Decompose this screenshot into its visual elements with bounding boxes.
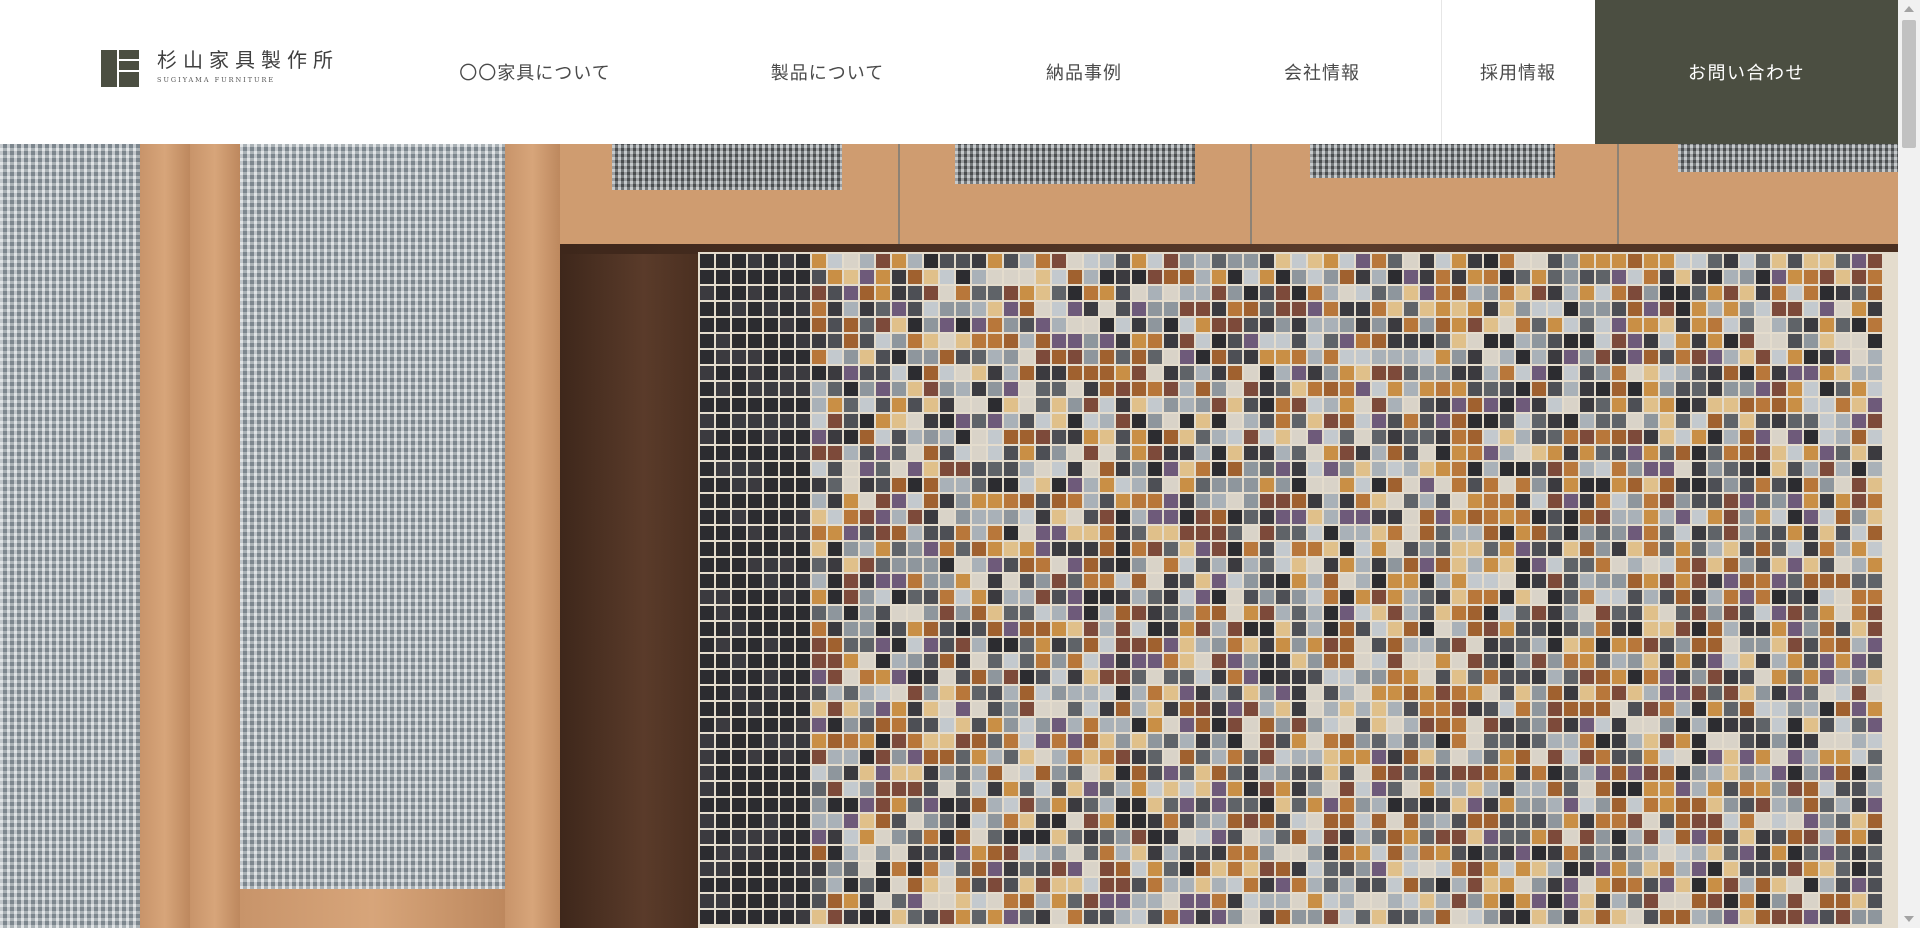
mosaic-tile-backsplash [698,252,1898,928]
nav-products[interactable]: 製品について [720,0,935,144]
door-frame-inner [190,144,240,928]
upper-cabinet-glass [1310,144,1555,178]
hero-image [0,144,1898,928]
vertical-scrollbar[interactable] [1898,0,1920,928]
nav-case-studies[interactable]: 納品事例 [1000,0,1168,144]
logo-name-en: SUGIYAMA FURNITURE [157,76,276,84]
logo-text: 杉山家具製作所 SUGIYAMA FURNITURE [157,50,339,84]
door-frame [140,144,190,928]
glass-door-panel [240,144,505,889]
scrollbar-thumb[interactable] [1902,20,1916,148]
cabinet-side-panel [560,244,700,928]
door-frame-right [505,144,560,928]
logo-name-jp: 杉山家具製作所 [157,48,339,72]
nav-about-furniture[interactable]: 〇〇家具について [420,0,650,144]
nav-contact-button[interactable]: お問い合わせ [1595,0,1898,144]
upper-cabinet-glass [1678,144,1898,172]
logo-mark-icon [101,50,139,87]
nav-company[interactable]: 会社情報 [1240,0,1404,144]
upper-cabinet-glass [955,144,1195,184]
nav-recruit[interactable]: 採用情報 [1441,0,1594,144]
scroll-up-arrow-icon[interactable] [1898,0,1920,18]
upper-cabinet-glass [612,144,842,190]
glass-door-panel-left [0,144,140,928]
scroll-down-arrow-icon[interactable] [1898,910,1920,928]
site-header: 杉山家具製作所 SUGIYAMA FURNITURE 〇〇家具について 製品につ… [0,0,1898,144]
site-logo[interactable]: 杉山家具製作所 SUGIYAMA FURNITURE [101,50,339,87]
door-frame-bottom [240,889,505,928]
